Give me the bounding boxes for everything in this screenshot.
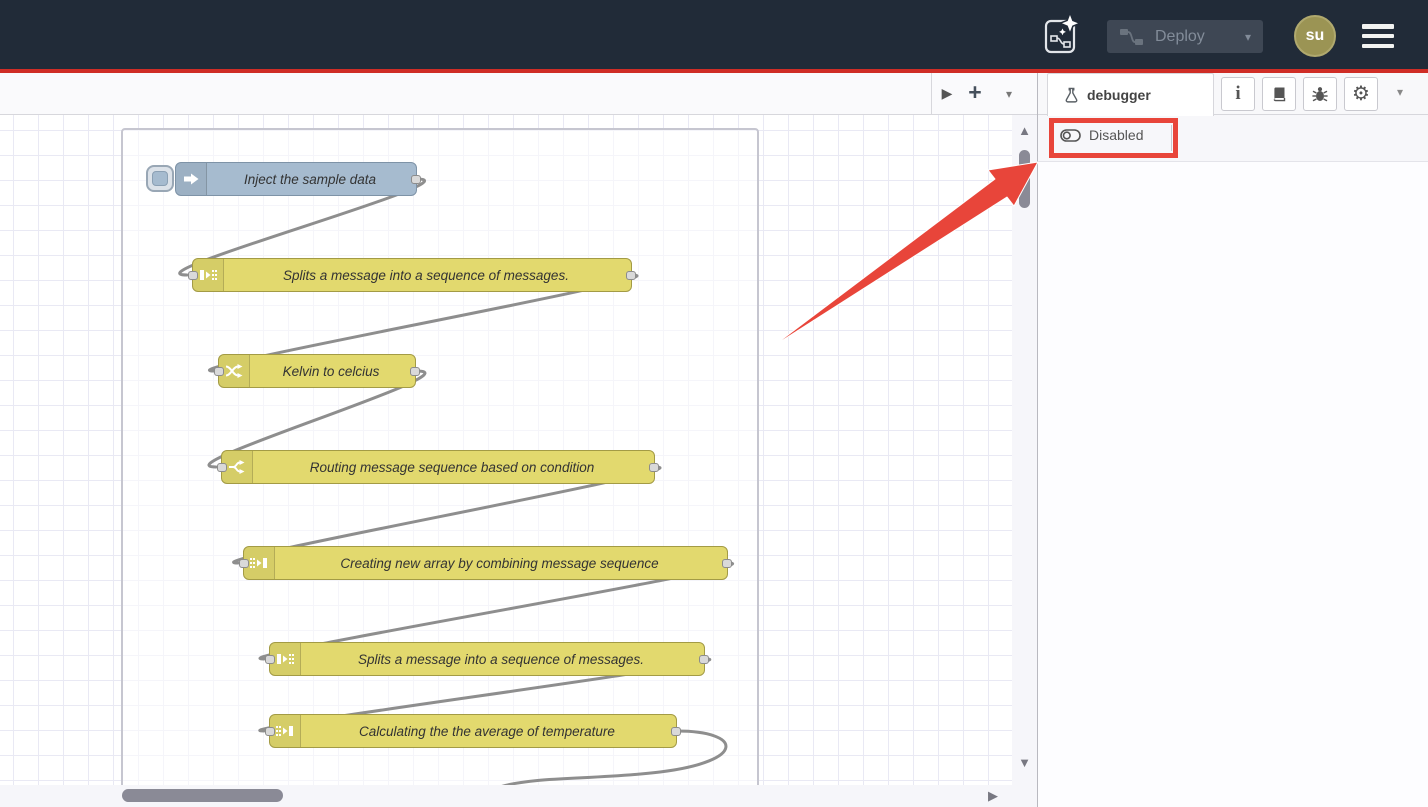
inject-node[interactable]: Inject the sample data [175, 162, 417, 196]
output-port[interactable] [411, 175, 421, 184]
node-label: Splits a message into a sequence of mess… [308, 652, 694, 667]
debug-disabled-toggle[interactable]: Disabled [1060, 127, 1143, 143]
join-node[interactable]: Creating new array by combining message … [243, 546, 728, 580]
vertical-scrollbar-thumb[interactable] [1019, 150, 1030, 208]
tab-debugger[interactable]: debugger [1047, 73, 1214, 116]
flow-canvas[interactable]: Inject the sample data Splits a message … [0, 115, 1012, 785]
node-label: Routing message sequence based on condit… [260, 460, 644, 475]
inject-trigger-button[interactable] [146, 165, 174, 192]
debug-toolbar: Disabled [1038, 115, 1428, 162]
info-icon: i [1235, 83, 1240, 105]
input-port[interactable] [265, 727, 275, 736]
scroll-right-icon[interactable]: ▶ [978, 788, 1008, 804]
inject-icon [176, 163, 207, 195]
debug-messages-panel [1038, 162, 1428, 807]
avatar-initials: su [1306, 27, 1325, 45]
output-port[interactable] [649, 463, 659, 472]
flow-list-button[interactable]: ▾ [997, 73, 1021, 114]
input-port[interactable] [188, 271, 198, 280]
switch-node[interactable]: Routing message sequence based on condit… [221, 450, 655, 484]
ai-flow-icon[interactable] [1042, 13, 1080, 57]
bug-icon [1311, 85, 1329, 103]
gear-icon: ⚙ [1352, 84, 1370, 104]
add-flow-button[interactable]: + [962, 73, 988, 114]
sidebar-tab-bar: debugger i ⚙ ▾ [1038, 73, 1428, 115]
change-node[interactable]: Kelvin to celcius [218, 354, 416, 388]
node-red-editor: Deploy ▾ su ▶ + ▾ [0, 0, 1428, 807]
deploy-button[interactable]: Deploy ▾ [1107, 20, 1263, 53]
input-port[interactable] [239, 559, 249, 568]
book-icon [1270, 85, 1288, 103]
toggle-icon [1060, 128, 1081, 143]
deploy-chevron-icon[interactable]: ▾ [1245, 30, 1251, 44]
output-port[interactable] [626, 271, 636, 280]
info-button[interactable]: i [1221, 77, 1255, 111]
disabled-label: Disabled [1089, 127, 1143, 143]
node-label: Inject the sample data [214, 172, 406, 187]
horizontal-scrollbar[interactable]: ▶ [0, 785, 1037, 807]
deploy-label: Deploy [1155, 28, 1205, 46]
tab-bar-separator [931, 73, 932, 114]
user-avatar[interactable]: su [1294, 15, 1336, 57]
output-port[interactable] [722, 559, 732, 568]
input-port[interactable] [265, 655, 275, 664]
scroll-tabs-right-button[interactable]: ▶ [936, 73, 958, 114]
app-header: Deploy ▾ su [0, 0, 1428, 69]
scroll-down-icon[interactable]: ▼ [1012, 755, 1037, 770]
split-node[interactable]: Splits a message into a sequence of mess… [269, 642, 705, 676]
sidebar-tab-label: debugger [1087, 87, 1151, 103]
output-port[interactable] [671, 727, 681, 736]
node-label: Kelvin to celcius [257, 364, 405, 379]
node-label: Creating new array by combining message … [282, 556, 717, 571]
settings-button[interactable]: ⚙ [1344, 77, 1378, 111]
sidebar-menu-chevron-icon[interactable]: ▾ [1388, 85, 1412, 99]
debug-button[interactable] [1303, 77, 1337, 111]
join-node[interactable]: Calculating the the average of temperatu… [269, 714, 677, 748]
flask-icon [1064, 87, 1079, 104]
workspace-tab-bar: ▶ + ▾ [0, 73, 1037, 115]
input-port[interactable] [217, 463, 227, 472]
split-node[interactable]: Splits a message into a sequence of mess… [192, 258, 632, 292]
scroll-up-icon[interactable]: ▲ [1012, 123, 1037, 138]
output-port[interactable] [410, 367, 420, 376]
deploy-icon [1119, 27, 1145, 47]
sidebar: debugger i ⚙ ▾ [1037, 73, 1428, 807]
hamburger-menu-icon[interactable] [1362, 24, 1394, 48]
output-port[interactable] [699, 655, 709, 664]
node-label: Calculating the the average of temperatu… [308, 724, 666, 739]
input-port[interactable] [214, 367, 224, 376]
toolbar-divider [1171, 125, 1172, 151]
docs-button[interactable] [1262, 77, 1296, 111]
vertical-scrollbar[interactable]: ▲ ▼ [1012, 115, 1037, 785]
node-label: Splits a message into a sequence of mess… [231, 268, 621, 283]
horizontal-scrollbar-thumb[interactable] [122, 789, 283, 802]
